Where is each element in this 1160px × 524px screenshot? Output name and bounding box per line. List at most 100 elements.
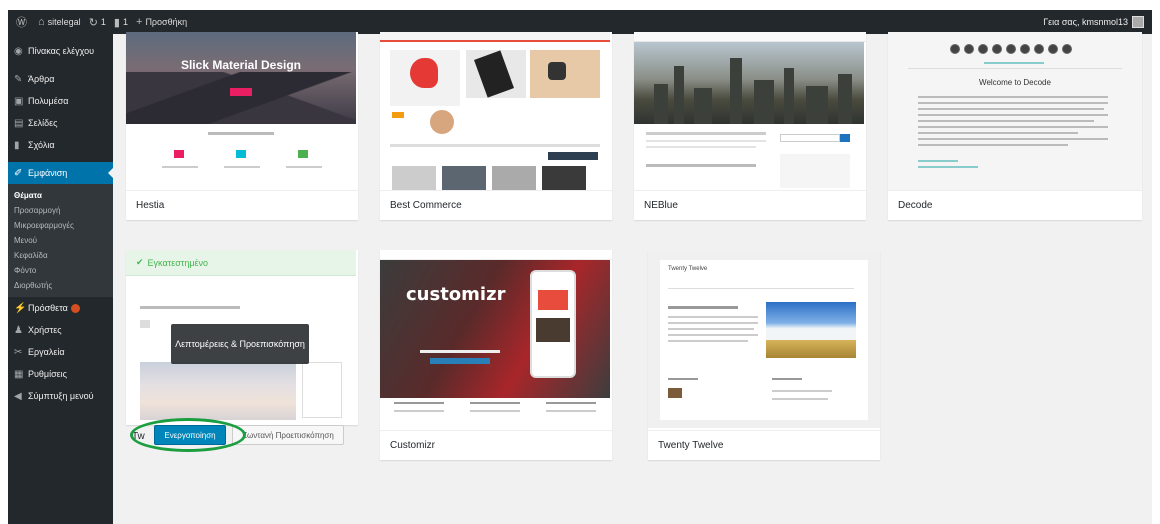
feature-text xyxy=(546,402,596,404)
theme-screenshot[interactable]: Welcome to Decode xyxy=(888,32,1142,190)
post-text xyxy=(668,340,748,342)
section-heading xyxy=(208,132,274,135)
menu-appearance[interactable]: ✐ Εμφάνιση xyxy=(8,162,113,184)
post-text xyxy=(668,316,758,318)
new-content-link[interactable]: + Προσθήκη xyxy=(136,16,187,28)
menu-dashboard[interactable]: ◉ Πίνακας ελέγχου xyxy=(8,40,113,62)
theme-card-best-commerce[interactable]: Best Commerce xyxy=(380,32,612,220)
submenu-themes[interactable]: Θέματα xyxy=(8,188,113,203)
site-title: Twenty Twelve xyxy=(668,266,708,272)
product-watch xyxy=(548,62,566,80)
feature-text xyxy=(470,402,520,404)
post-text xyxy=(918,144,1068,146)
submenu-customize[interactable]: Προσαρμογή xyxy=(8,203,113,218)
post-text xyxy=(918,96,1108,98)
site-name-link[interactable]: ⌂ sitelegal xyxy=(38,16,81,28)
submenu-background[interactable]: Φόντο xyxy=(8,263,113,278)
social-icon xyxy=(978,44,988,54)
theme-name: NEBlue xyxy=(634,190,866,220)
comment-icon: ▮ xyxy=(113,16,120,29)
product-tile xyxy=(392,166,436,190)
search-button xyxy=(840,134,850,142)
live-preview-button[interactable]: Ζωντανή Προεπισκόπηση xyxy=(232,425,344,445)
tab-strip xyxy=(548,152,598,160)
site-header xyxy=(634,32,866,42)
social-icon xyxy=(1062,44,1072,54)
menu-comments[interactable]: ▮ Σχόλια xyxy=(8,134,113,156)
theme-card-twenty-twelve[interactable]: Twenty Twelve Twenty Twelve xyxy=(648,250,880,460)
menu-posts[interactable]: ✎ Άρθρα xyxy=(8,68,113,90)
submenu-widgets[interactable]: Μικροεφαρμογές xyxy=(8,218,113,233)
avatar xyxy=(1132,16,1144,28)
post-meta xyxy=(918,166,978,168)
menu-pages[interactable]: ▤ Σελίδες xyxy=(8,112,113,134)
building xyxy=(654,84,668,124)
submenu-menus[interactable]: Μενού xyxy=(8,233,113,248)
details-preview-overlay[interactable]: Λεπτομέρειες & Προεπισκόπηση xyxy=(171,324,309,364)
submenu-editor[interactable]: Διορθωτής xyxy=(8,278,113,293)
feature-text xyxy=(470,410,520,412)
social-icon xyxy=(950,44,960,54)
admin-bar: Ⓦ ⌂ sitelegal ↻ 1 ▮ 1 + Προσθήκη Γεια σας, k… xyxy=(8,10,1152,34)
menu-plugins[interactable]: ⚡ Πρόσθετα xyxy=(8,297,113,319)
post-thumb xyxy=(668,388,682,398)
hero-text xyxy=(420,350,500,353)
theme-card-active[interactable]: ✔ Εγκατεστημένο Λεπτομέρειες & Προεπισκόπ… xyxy=(126,250,358,460)
my-account-link[interactable]: Γεια σας, kmsnmol13 xyxy=(1043,10,1144,34)
product-tile xyxy=(542,166,586,190)
feature-text xyxy=(286,166,322,168)
building xyxy=(674,66,684,124)
hero-button xyxy=(230,88,252,96)
menu-users[interactable]: ♟ Χρήστες xyxy=(8,319,113,341)
building xyxy=(730,58,742,124)
post-text xyxy=(668,328,754,330)
page-icon: ▤ xyxy=(14,117,24,129)
admin-sidebar: ◉ Πίνακας ελέγχου ✎ Άρθρα ▣ Πολυμέσα ▤ Σελίδ… xyxy=(8,34,113,524)
building xyxy=(784,68,794,124)
menu-settings[interactable]: ▦ Ρυθμίσεις xyxy=(8,363,113,385)
sample-image-sky xyxy=(766,302,856,340)
building xyxy=(806,86,828,124)
theme-screenshot[interactable] xyxy=(634,32,866,190)
site-header xyxy=(380,250,612,260)
theme-name: Hestia xyxy=(126,190,358,220)
wordpress-logo-icon[interactable]: Ⓦ xyxy=(16,14,30,30)
social-icon xyxy=(964,44,974,54)
post-title xyxy=(646,132,766,135)
comments-link[interactable]: ▮ 1 xyxy=(114,16,128,29)
sidebar-widget xyxy=(302,362,342,418)
sidebar-widget xyxy=(780,154,850,188)
feature-text xyxy=(546,410,596,412)
product-shoe xyxy=(410,58,438,88)
building xyxy=(754,80,774,124)
post-text xyxy=(918,138,1108,140)
hero-title: Slick Material Design xyxy=(180,58,302,72)
collapse-icon: ◀ xyxy=(14,390,22,402)
product-person xyxy=(430,110,454,134)
media-icon: ▣ xyxy=(14,95,24,107)
social-icon xyxy=(1048,44,1058,54)
theme-card-decode[interactable]: Welcome to Decode Decode xyxy=(888,32,1142,220)
highlight-circle xyxy=(130,418,246,452)
theme-name: Best Commerce xyxy=(380,190,612,220)
theme-screenshot[interactable] xyxy=(380,32,612,190)
pin-icon: ✎ xyxy=(14,73,23,85)
feature-text xyxy=(394,410,444,412)
appearance-submenu: Θέματα Προσαρμογή Μικροεφαρμογές Μενού Κ… xyxy=(8,184,113,297)
theme-screenshot[interactable]: ✔ Εγκατεστημένο Λεπτομέρειες & Προεπισκόπ… xyxy=(126,250,358,425)
post-heading: Welcome to Decode xyxy=(979,78,1051,87)
theme-card-hestia[interactable]: Slick Material Design Hestia xyxy=(126,32,358,220)
updates-link[interactable]: ↻ 1 xyxy=(89,16,106,29)
sample-image xyxy=(140,362,296,420)
theme-screenshot[interactable]: Twenty Twelve xyxy=(648,250,880,428)
theme-screenshot[interactable]: Slick Material Design xyxy=(126,32,358,190)
menu-media[interactable]: ▣ Πολυμέσα xyxy=(8,90,113,112)
menu-collapse[interactable]: ◀ Σύμπτυξη μενού xyxy=(8,385,113,407)
submenu-header[interactable]: Κεφαλίδα xyxy=(8,248,113,263)
hero-image xyxy=(634,42,864,124)
theme-card-neblue[interactable]: NEBlue xyxy=(634,32,866,220)
search-box xyxy=(780,134,840,142)
theme-card-customizr[interactable]: customizr Customizr xyxy=(380,250,612,460)
menu-tools[interactable]: ✂ Εργαλεία xyxy=(8,341,113,363)
theme-screenshot[interactable]: customizr xyxy=(380,250,612,428)
